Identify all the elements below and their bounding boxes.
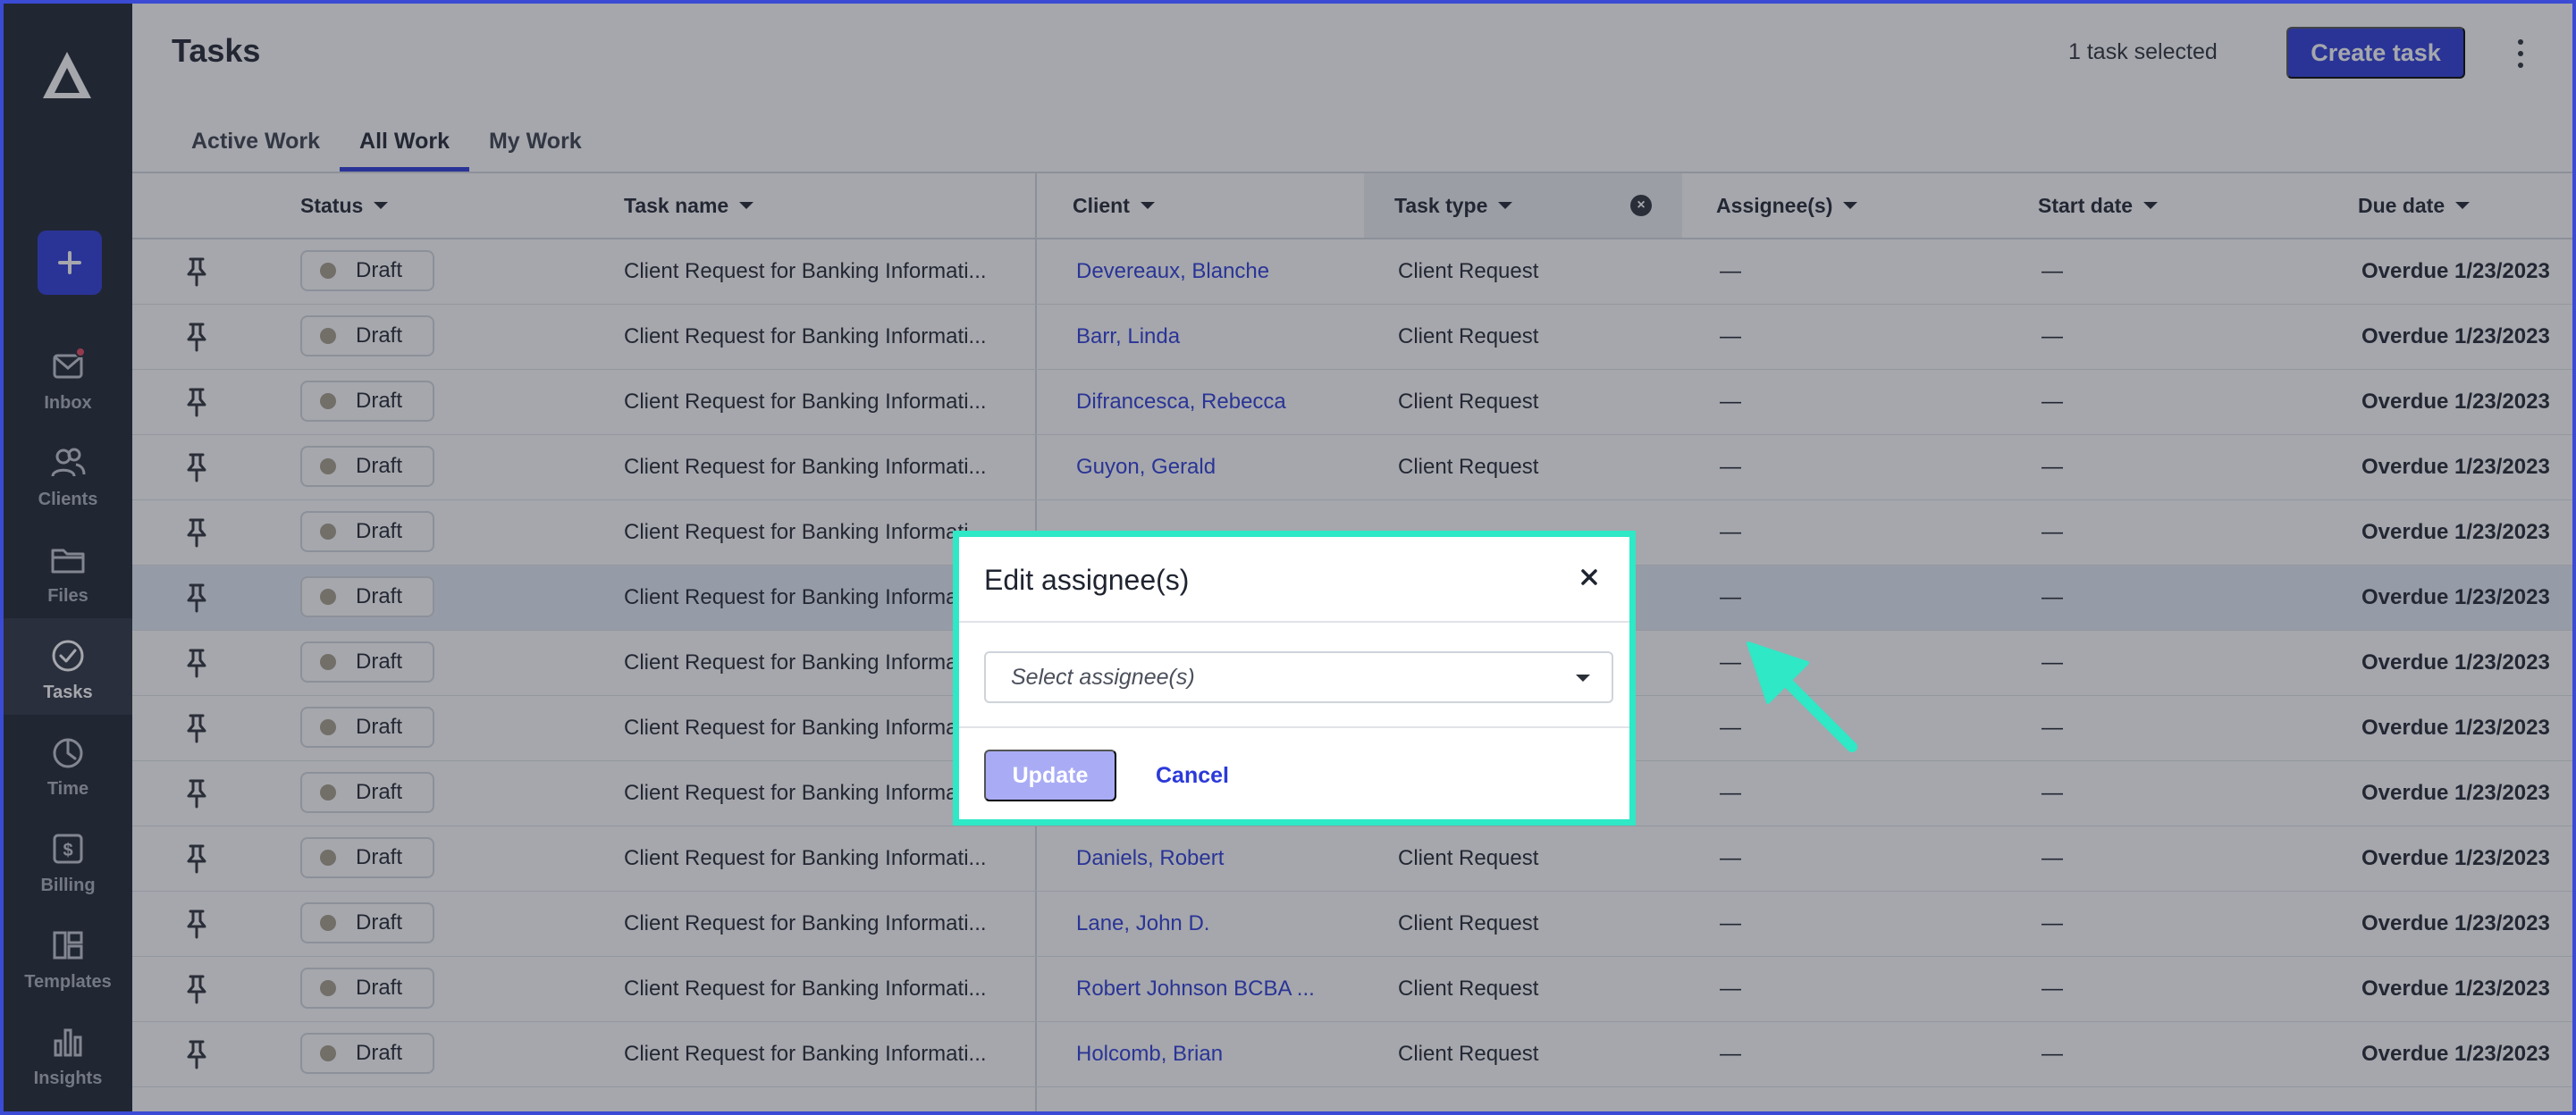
edit-assignees-dialog: Edit assignee(s) Select assignee(s) Upda… xyxy=(953,531,1636,826)
assignee-select-placeholder: Select assignee(s) xyxy=(1011,664,1195,690)
app-window: Inbox Clients Files Tasks Time $ Billing… xyxy=(0,0,2576,1115)
assignee-select[interactable]: Select assignee(s) xyxy=(984,651,1613,703)
close-icon[interactable] xyxy=(1574,562,1604,592)
dialog-divider xyxy=(959,726,1629,728)
chevron-down-icon xyxy=(1576,675,1590,682)
cancel-button[interactable]: Cancel xyxy=(1145,750,1240,801)
dialog-title: Edit assignee(s) xyxy=(984,564,1190,596)
dialog-divider xyxy=(959,621,1629,623)
update-button[interactable]: Update xyxy=(984,750,1116,801)
annotation-arrow-icon xyxy=(1747,641,1857,752)
